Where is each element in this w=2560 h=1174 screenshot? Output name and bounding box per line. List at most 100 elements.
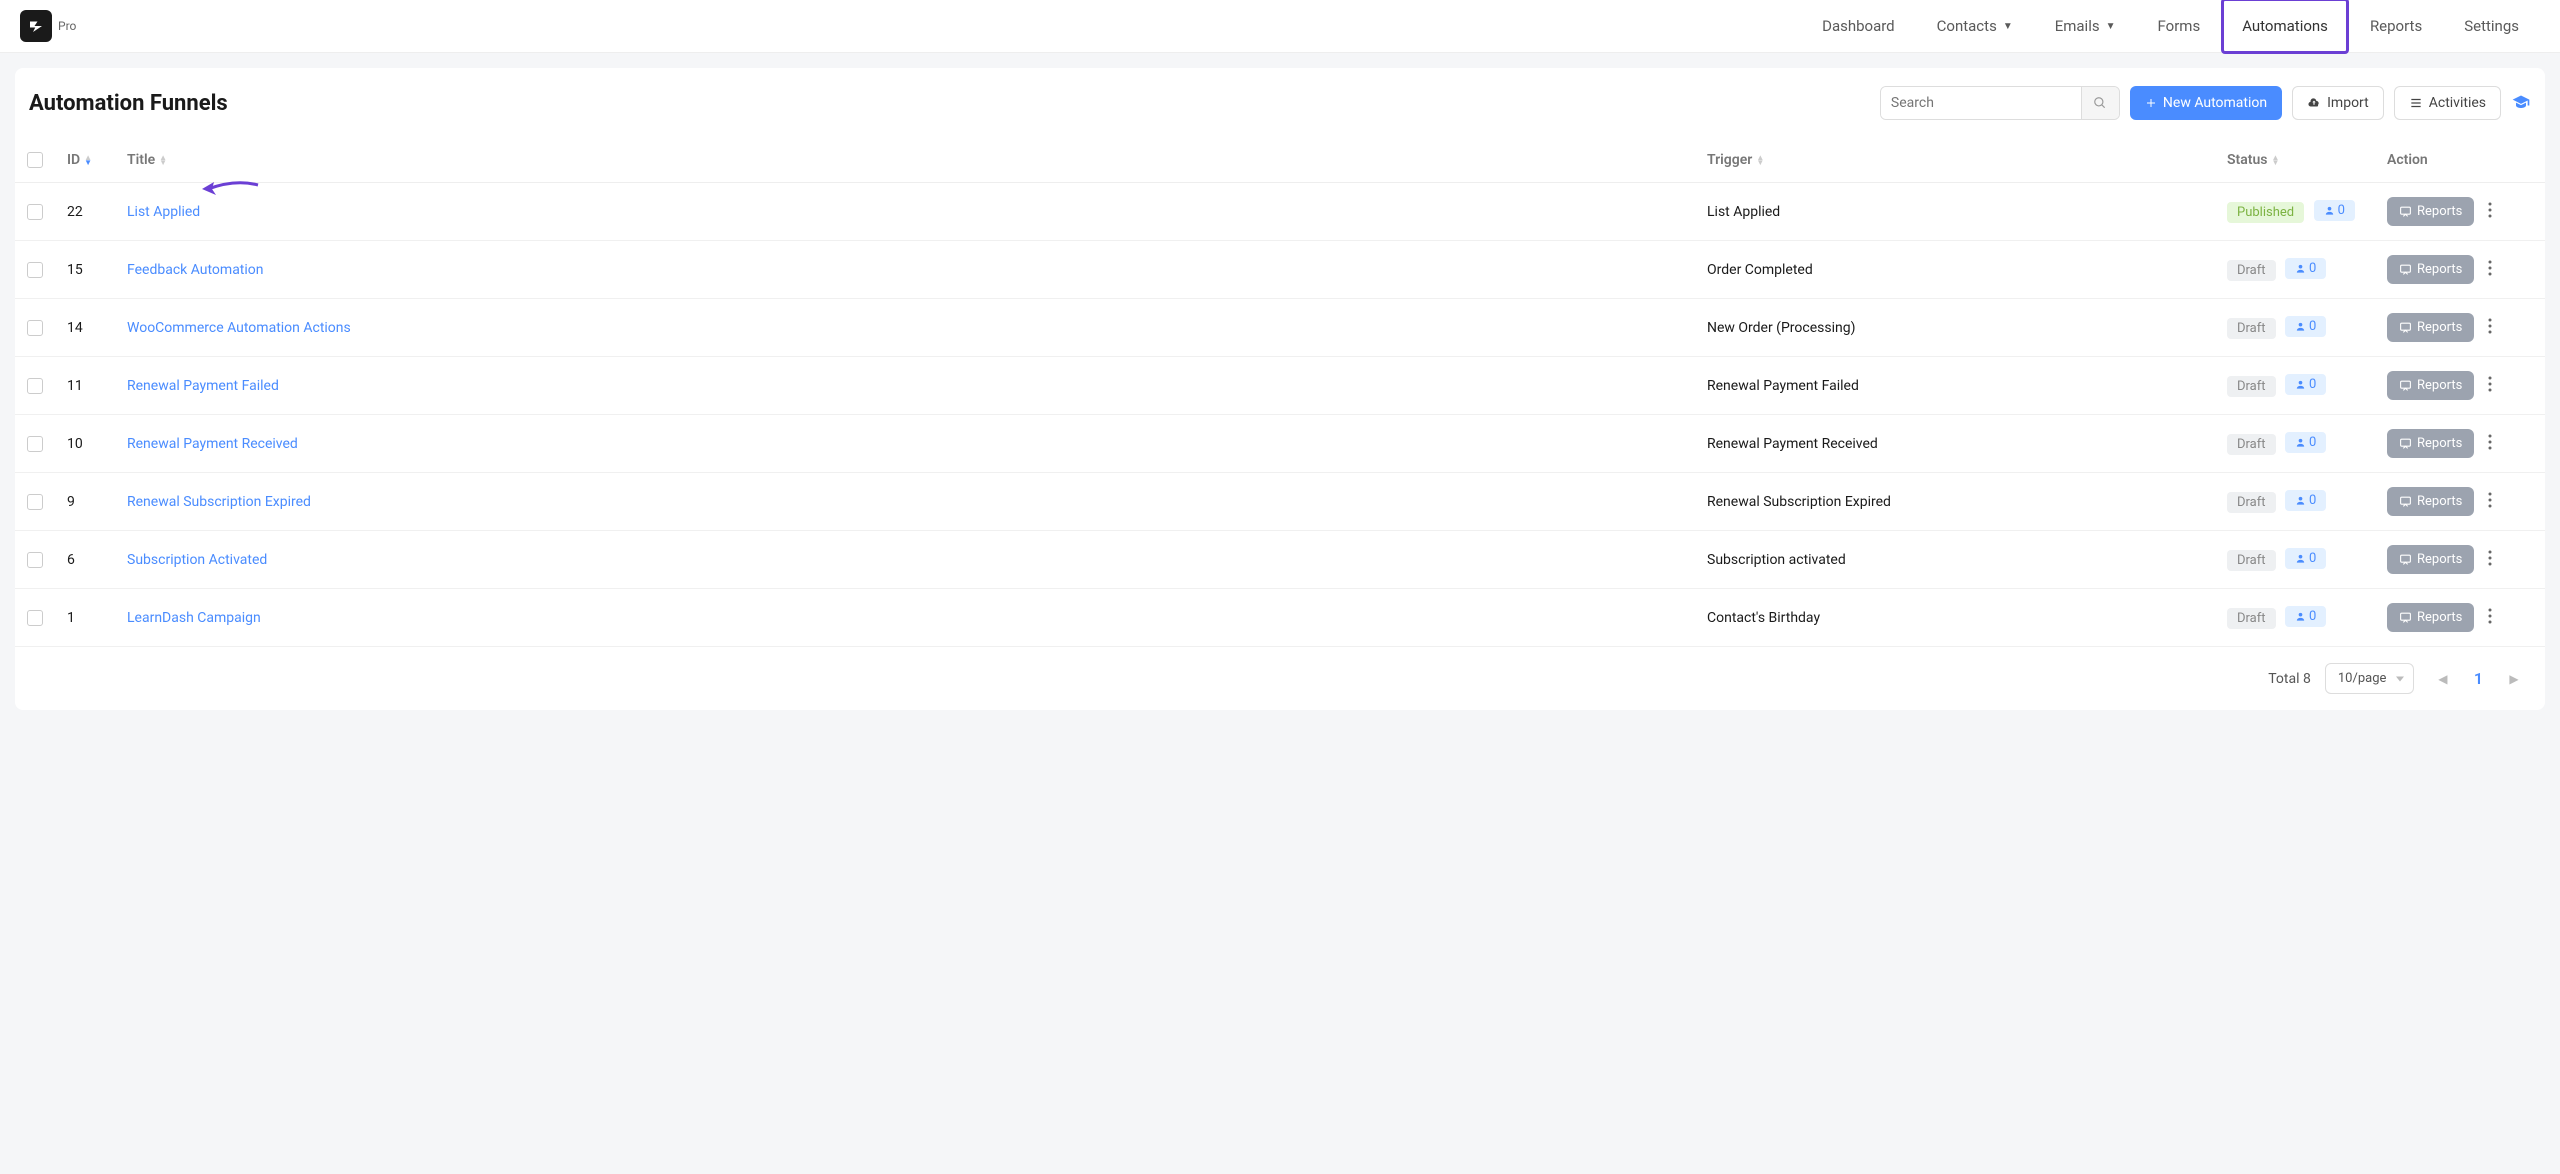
automation-title-link[interactable]: WooCommerce Automation Actions <box>127 320 351 336</box>
contact-count-badge[interactable]: 0 <box>2285 316 2326 337</box>
prev-page-button[interactable]: ◀ <box>2428 664 2458 694</box>
row-trigger: Renewal Payment Received <box>1695 415 2215 473</box>
row-checkbox[interactable] <box>27 494 43 510</box>
header: Pro Dashboard Contacts▼ Emails▼ Forms Au… <box>0 0 2560 53</box>
search-button[interactable] <box>2081 87 2119 119</box>
more-actions-button[interactable] <box>2484 488 2496 516</box>
automation-title-link[interactable]: Renewal Payment Failed <box>127 378 279 394</box>
new-automation-label: New Automation <box>2163 95 2267 111</box>
graduation-cap-icon[interactable] <box>2511 93 2531 113</box>
total-count: Total 8 <box>2268 671 2311 687</box>
status-badge: Draft <box>2227 492 2276 513</box>
column-trigger[interactable]: Trigger▲▼ <box>1695 138 2215 183</box>
import-button[interactable]: Import <box>2292 86 2384 120</box>
status-badge: Draft <box>2227 434 2276 455</box>
more-vertical-icon <box>2488 434 2492 450</box>
contact-count-badge[interactable]: 0 <box>2285 432 2326 453</box>
column-id[interactable]: ID▲▼ <box>55 138 115 183</box>
more-actions-button[interactable] <box>2484 314 2496 342</box>
automation-title-link[interactable]: Renewal Subscription Expired <box>127 494 311 510</box>
more-actions-button[interactable] <box>2484 372 2496 400</box>
nav-automations[interactable]: Automations <box>2221 0 2349 54</box>
reports-button[interactable]: Reports <box>2387 603 2474 632</box>
automation-title-link[interactable]: List Applied <box>127 204 200 220</box>
row-id: 14 <box>55 299 115 357</box>
reports-button[interactable]: Reports <box>2387 429 2474 458</box>
row-checkbox[interactable] <box>27 436 43 452</box>
row-checkbox[interactable] <box>27 320 43 336</box>
row-checkbox[interactable] <box>27 204 43 220</box>
more-actions-button[interactable] <box>2484 256 2496 284</box>
page-size-select[interactable]: 10/page <box>2325 663 2414 694</box>
nav-settings[interactable]: Settings <box>2443 0 2540 54</box>
more-vertical-icon <box>2488 550 2492 566</box>
search-input[interactable] <box>1881 87 2081 119</box>
next-page-button[interactable]: ▶ <box>2499 664 2529 694</box>
row-trigger: Subscription activated <box>1695 531 2215 589</box>
chat-icon <box>2399 263 2412 276</box>
new-automation-button[interactable]: New Automation <box>2130 86 2282 120</box>
sort-icon: ▲▼ <box>159 155 167 165</box>
chat-icon <box>2399 321 2412 334</box>
row-checkbox[interactable] <box>27 378 43 394</box>
contact-count-badge[interactable]: 0 <box>2285 258 2326 279</box>
row-checkbox[interactable] <box>27 262 43 278</box>
reports-button[interactable]: Reports <box>2387 371 2474 400</box>
panel-head: Automation Funnels New Automation Import <box>15 68 2545 138</box>
more-actions-button[interactable] <box>2484 546 2496 574</box>
contact-count-badge[interactable]: 0 <box>2285 606 2326 627</box>
contact-count-badge[interactable]: 0 <box>2314 200 2355 221</box>
nav-emails[interactable]: Emails▼ <box>2034 0 2137 54</box>
automation-title-link[interactable]: Feedback Automation <box>127 262 264 278</box>
nav-forms[interactable]: Forms <box>2137 0 2222 54</box>
row-checkbox[interactable] <box>27 552 43 568</box>
search-icon <box>2093 96 2107 110</box>
more-actions-button[interactable] <box>2484 198 2496 226</box>
row-trigger: Contact's Birthday <box>1695 589 2215 647</box>
reports-button[interactable]: Reports <box>2387 313 2474 342</box>
column-status[interactable]: Status▲▼ <box>2215 138 2375 183</box>
chevron-down-icon: ▼ <box>2003 21 2013 32</box>
content: Automation Funnels New Automation Import <box>0 53 2560 725</box>
more-vertical-icon <box>2488 260 2492 276</box>
column-action: Action <box>2375 138 2545 183</box>
select-all-checkbox[interactable] <box>27 152 43 168</box>
user-icon <box>2295 611 2306 622</box>
activities-button[interactable]: Activities <box>2394 86 2501 120</box>
row-trigger: List Applied <box>1695 183 2215 241</box>
row-trigger: New Order (Processing) <box>1695 299 2215 357</box>
row-id: 9 <box>55 473 115 531</box>
sort-icon: ▲▼ <box>1756 155 1764 165</box>
contact-count-badge[interactable]: 0 <box>2285 548 2326 569</box>
nav-dashboard[interactable]: Dashboard <box>1801 0 1916 54</box>
contact-count-badge[interactable]: 0 <box>2285 490 2326 511</box>
page-number[interactable]: 1 <box>2464 664 2493 693</box>
sort-icon: ▲▼ <box>84 155 92 165</box>
status-badge: Draft <box>2227 608 2276 629</box>
reports-button[interactable]: Reports <box>2387 255 2474 284</box>
logo[interactable]: Pro <box>20 10 76 42</box>
more-vertical-icon <box>2488 492 2492 508</box>
row-trigger: Renewal Subscription Expired <box>1695 473 2215 531</box>
column-title[interactable]: Title▲▼ <box>115 138 1695 183</box>
automation-title-link[interactable]: Renewal Payment Received <box>127 436 298 452</box>
nav-contacts[interactable]: Contacts▼ <box>1916 0 2034 54</box>
user-icon <box>2295 379 2306 390</box>
row-id: 15 <box>55 241 115 299</box>
automation-title-link[interactable]: Subscription Activated <box>127 552 267 568</box>
table-row: 11 Renewal Payment Failed Renewal Paymen… <box>15 357 2545 415</box>
contact-count-badge[interactable]: 0 <box>2285 374 2326 395</box>
row-id: 6 <box>55 531 115 589</box>
chat-icon <box>2399 495 2412 508</box>
reports-button[interactable]: Reports <box>2387 197 2474 226</box>
row-checkbox[interactable] <box>27 610 43 626</box>
plus-icon <box>2145 97 2157 109</box>
reports-button[interactable]: Reports <box>2387 487 2474 516</box>
more-actions-button[interactable] <box>2484 430 2496 458</box>
reports-button[interactable]: Reports <box>2387 545 2474 574</box>
chat-icon <box>2399 553 2412 566</box>
more-actions-button[interactable] <box>2484 604 2496 632</box>
user-icon <box>2295 263 2306 274</box>
automation-title-link[interactable]: LearnDash Campaign <box>127 610 261 626</box>
nav-reports[interactable]: Reports <box>2349 0 2443 54</box>
